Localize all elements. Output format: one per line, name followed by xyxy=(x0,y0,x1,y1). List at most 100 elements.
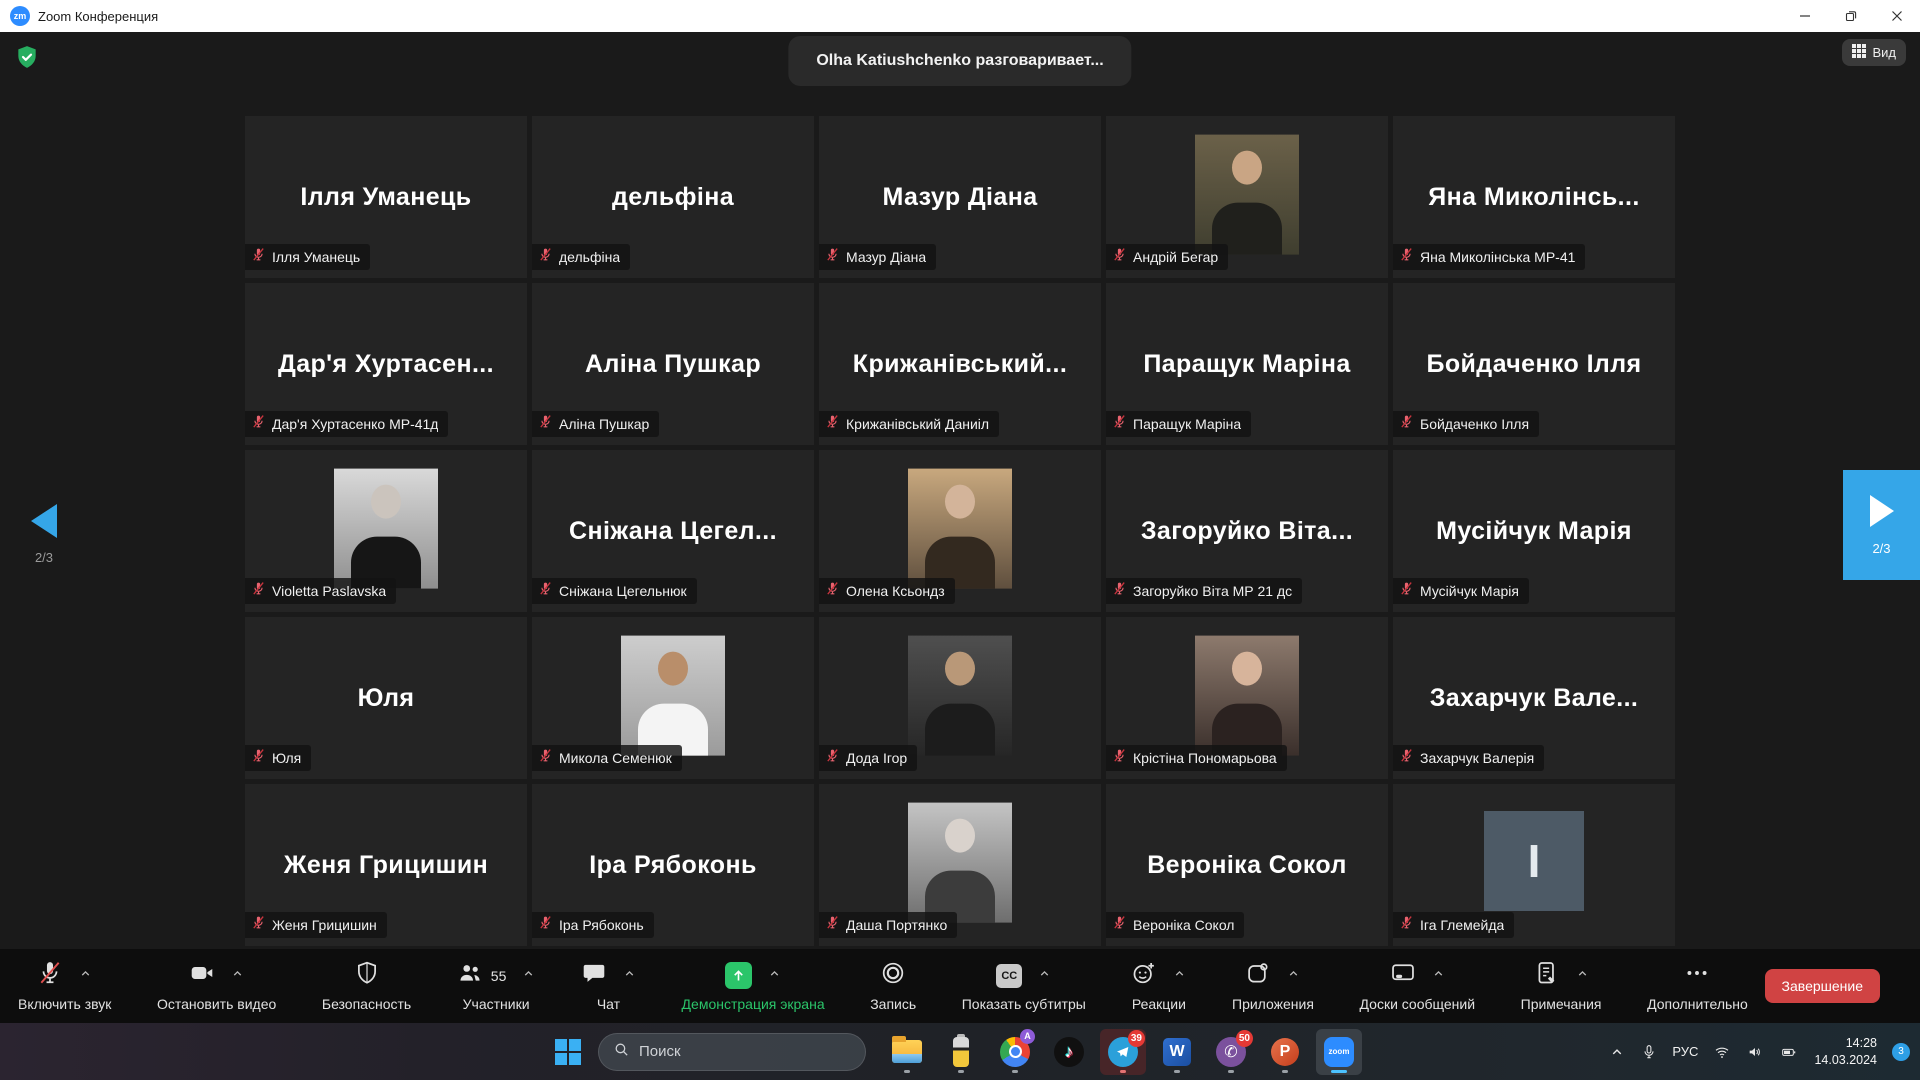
toolbar-item-cc[interactable]: CCПоказать субтитры xyxy=(962,961,1086,1012)
participant-tile[interactable]: Аліна ПушкарАліна Пушкар xyxy=(532,283,814,445)
participant-tile[interactable]: Сніжана Цегел...Сніжана Цегельнюк xyxy=(532,450,814,612)
toolbar-iconrow xyxy=(581,961,636,991)
close-button[interactable] xyxy=(1874,0,1920,32)
taskbar-app-chrome[interactable]: A xyxy=(992,1029,1038,1075)
participant-tile[interactable]: ЮляЮля xyxy=(245,617,527,779)
person-head-silhouette xyxy=(1232,151,1262,185)
participant-name-chip: Іра Рябоконь xyxy=(532,912,654,938)
toolbar-item-share[interactable]: Демонстрация экрана xyxy=(682,961,825,1012)
participant-name-chip: Захарчук Валерія xyxy=(1393,745,1544,771)
participant-tile[interactable]: Violetta Paslavska xyxy=(245,450,527,612)
chevron-up-icon[interactable] xyxy=(522,967,535,985)
chevron-up-icon[interactable] xyxy=(1038,967,1051,985)
tray-battery-icon[interactable] xyxy=(1779,1044,1799,1060)
participant-tile[interactable]: Бойдаченко ІлляБойдаченко Ілля xyxy=(1393,283,1675,445)
taskbar-app-word[interactable]: W xyxy=(1154,1029,1200,1075)
participant-tile[interactable]: Андрій Бегар xyxy=(1106,116,1388,278)
apps-icon xyxy=(1245,960,1271,991)
chevron-up-icon[interactable] xyxy=(231,967,244,985)
participant-tile[interactable]: Вероніка СоколВероніка Сокол xyxy=(1106,784,1388,946)
tray-volume-icon[interactable] xyxy=(1746,1044,1764,1060)
taskbar-app-tiktok[interactable]: ♪ xyxy=(1046,1029,1092,1075)
chevron-up-icon[interactable] xyxy=(768,967,781,985)
person-head-silhouette xyxy=(1232,652,1262,686)
participant-tile[interactable]: Яна Миколінсь...Яна Миколінська МР-41 xyxy=(1393,116,1675,278)
participant-name-chip: Женя Грицишин xyxy=(245,912,387,938)
participant-tile[interactable]: Іра РябоконьІра Рябоконь xyxy=(532,784,814,946)
toolbar-item-notes[interactable]: Примечания xyxy=(1521,961,1602,1012)
system-tray: РУС 14:28 14.03.2024 3 xyxy=(1608,1023,1910,1080)
toolbar-item-shield[interactable]: Безопасность xyxy=(322,961,411,1012)
muted-mic-icon xyxy=(825,414,840,434)
toolbar-iconrow xyxy=(880,961,906,991)
taskbar-app-battery-widget[interactable] xyxy=(938,1029,984,1075)
end-meeting-button[interactable]: Завершение xyxy=(1765,969,1880,1003)
chevron-up-icon[interactable] xyxy=(1432,967,1445,985)
toolbar-iconrow xyxy=(1390,961,1445,991)
chevron-up-icon[interactable] xyxy=(1576,967,1589,985)
toolbar-item-camera[interactable]: Остановить видео xyxy=(157,961,276,1012)
security-shield-icon[interactable] xyxy=(14,44,40,75)
participant-name-label: Сніжана Цегельнюк xyxy=(559,583,687,599)
toolbar-item-mic-muted[interactable]: Включить звук xyxy=(18,961,111,1012)
toolbar-item-apps[interactable]: Приложения xyxy=(1232,961,1314,1012)
participant-tile[interactable]: Паращук МарінаПаращук Маріна xyxy=(1106,283,1388,445)
taskbar-app-zoom[interactable]: zoom xyxy=(1316,1029,1362,1075)
participant-tile[interactable]: Дода Ігор xyxy=(819,617,1101,779)
participant-tile[interactable]: Ілля УманецьІлля Уманець xyxy=(245,116,527,278)
participant-tile[interactable]: Мазур ДіанаМазур Діана xyxy=(819,116,1101,278)
participant-tile[interactable]: Загоруйко Віта...Загоруйко Віта МР 21 дс xyxy=(1106,450,1388,612)
participant-tile[interactable]: дельфінадельфіна xyxy=(532,116,814,278)
taskbar-app-telegram[interactable]: 39 xyxy=(1100,1029,1146,1075)
next-page-button[interactable]: 2/3 xyxy=(1843,470,1920,580)
toolbar-item-more[interactable]: Дополнительно xyxy=(1647,961,1748,1012)
tray-chevron-up-icon[interactable] xyxy=(1608,1043,1626,1061)
profile-badge: A xyxy=(1020,1029,1035,1044)
start-button[interactable] xyxy=(548,1032,588,1072)
previous-page-button[interactable]: 2/3 xyxy=(16,504,72,565)
toolbar-item-reactions[interactable]: Реакции xyxy=(1131,961,1186,1012)
participant-tile[interactable]: ІІга Глемейда xyxy=(1393,784,1675,946)
participant-name-chip: Олена Ксьондз xyxy=(819,578,955,604)
toolbar-iconrow xyxy=(1245,961,1300,991)
participant-tile[interactable]: Крістіна Пономарьова xyxy=(1106,617,1388,779)
chevron-up-icon[interactable] xyxy=(623,967,636,985)
toolbar-item-participants[interactable]: 55Участники xyxy=(457,961,536,1012)
participant-tile[interactable]: Женя ГрицишинЖеня Грицишин xyxy=(245,784,527,946)
participant-tile[interactable]: Микола Семенюк xyxy=(532,617,814,779)
chat-icon xyxy=(581,960,607,991)
tray-language[interactable]: РУС xyxy=(1672,1044,1698,1059)
participant-tile[interactable]: Захарчук Вале...Захарчук Валерія xyxy=(1393,617,1675,779)
taskbar-search[interactable]: Поиск xyxy=(598,1033,866,1071)
tray-wifi-icon[interactable] xyxy=(1713,1044,1731,1060)
notification-count-badge[interactable]: 3 xyxy=(1892,1043,1910,1061)
participant-name-chip: Violetta Paslavska xyxy=(245,578,396,604)
participant-name-label: Дода Ігор xyxy=(846,750,907,766)
chevron-up-icon[interactable] xyxy=(79,967,92,985)
toolbar-item-whiteboard[interactable]: Доски сообщений xyxy=(1360,961,1476,1012)
participant-name-chip: Бойдаченко Ілля xyxy=(1393,411,1539,437)
participant-name-chip: Даша Портянко xyxy=(819,912,957,938)
taskbar-app-explorer[interactable] xyxy=(884,1029,930,1075)
participant-tile[interactable]: Даша Портянко xyxy=(819,784,1101,946)
participant-tile[interactable]: Олена Ксьондз xyxy=(819,450,1101,612)
toolbar-item-record[interactable]: Запись xyxy=(870,961,916,1012)
participant-tile[interactable]: Крижанівський...Крижанівський Даниіл xyxy=(819,283,1101,445)
explorer-icon xyxy=(892,1040,922,1063)
toolbar-item-chat[interactable]: Чат xyxy=(581,961,636,1012)
participant-tile[interactable]: Дар'я Хуртасен...Дар'я Хуртасенко МР-41д xyxy=(245,283,527,445)
participant-name-chip: Яна Миколінська МР-41 xyxy=(1393,244,1585,270)
participant-tile[interactable]: Мусійчук МаріяМусійчук Марія xyxy=(1393,450,1675,612)
taskbar-app-viber[interactable]: ✆50 xyxy=(1208,1029,1254,1075)
maximize-button[interactable] xyxy=(1828,0,1874,32)
minimize-button[interactable] xyxy=(1782,0,1828,32)
chevron-up-icon[interactable] xyxy=(1173,967,1186,985)
person-head-silhouette xyxy=(658,652,688,686)
view-button[interactable]: Вид xyxy=(1842,39,1906,66)
chevron-up-icon[interactable] xyxy=(1287,967,1300,985)
taskbar-app-powerpoint[interactable]: P xyxy=(1262,1029,1308,1075)
tray-microphone-icon[interactable] xyxy=(1641,1043,1657,1061)
tray-clock[interactable]: 14:28 14.03.2024 xyxy=(1814,1035,1877,1069)
tiktok-icon: ♪ xyxy=(1054,1037,1084,1067)
unread-count-badge: 50 xyxy=(1236,1030,1253,1047)
